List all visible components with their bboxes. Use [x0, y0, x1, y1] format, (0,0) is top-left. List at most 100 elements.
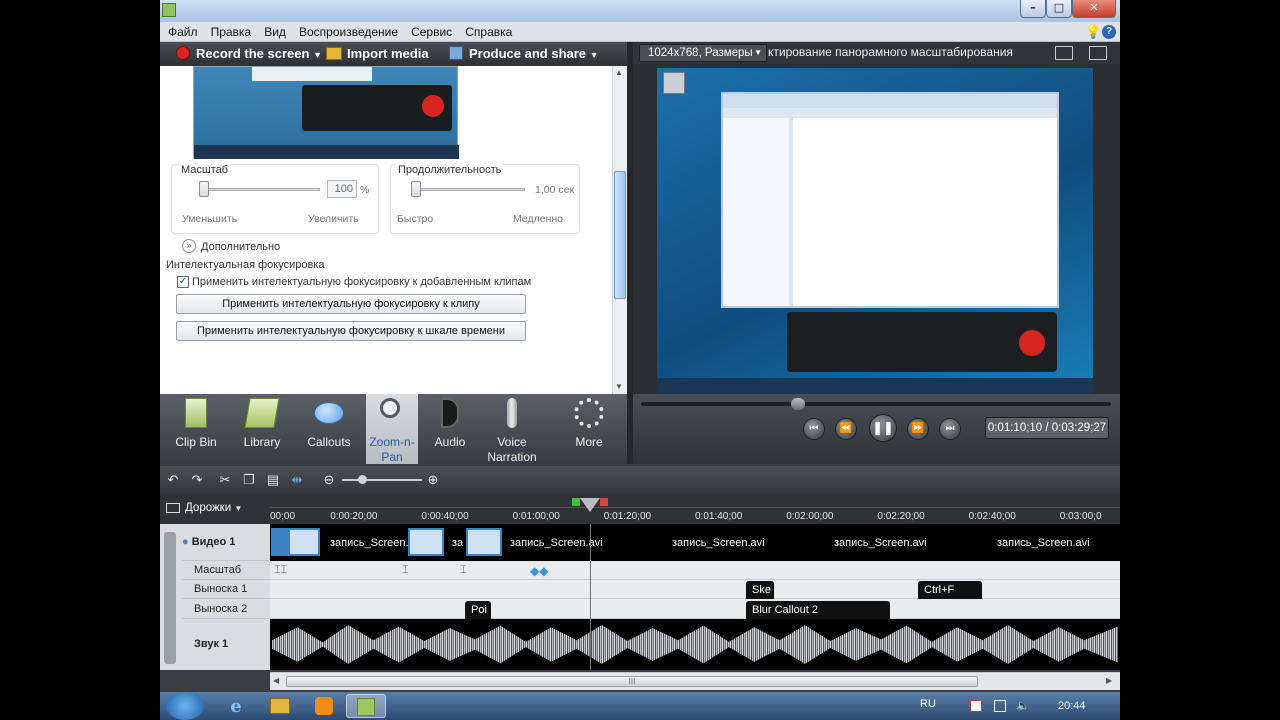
close-button[interactable]: ✕: [1072, 0, 1116, 18]
menu-file[interactable]: Файл: [163, 22, 203, 42]
expand-advanced-icon[interactable]: »: [182, 239, 196, 253]
dimensions-dropdown[interactable]: 1024x768, Размеры ▼: [639, 44, 767, 62]
action-center-icon[interactable]: [970, 700, 982, 712]
apply-added-label[interactable]: Применить интелектуальную фокусировку к …: [192, 276, 531, 288]
scale-slider-handle[interactable]: [199, 181, 209, 197]
video-clip-label[interactable]: запись_Screen.avi: [997, 537, 1090, 549]
undo-icon[interactable]: ↶: [164, 471, 182, 489]
tab-more[interactable]: More: [554, 394, 624, 464]
import-media-button[interactable]: Import media: [326, 44, 429, 64]
taskbar-ie[interactable]: e: [216, 694, 256, 718]
left-pane-scrollbar[interactable]: ▲ ▼: [612, 66, 627, 394]
tab-zoom-n-pan[interactable]: Zoom-n- Pan: [366, 394, 418, 464]
redo-icon[interactable]: ↷: [188, 471, 206, 489]
skip-forward-button[interactable]: ⏭: [939, 418, 961, 440]
duration-slider-handle[interactable]: [411, 181, 421, 197]
track-video-1[interactable]: ● Видео 1: [182, 524, 270, 561]
fit-view-icon[interactable]: [1055, 46, 1073, 60]
track-callout-1[interactable]: Выноска 1: [182, 580, 270, 599]
tab-library[interactable]: Library: [232, 394, 292, 464]
duration-slider-track[interactable]: [413, 188, 525, 191]
produce-share-button[interactable]: Produce and share ▼: [449, 44, 599, 64]
scale-value-input[interactable]: 100: [327, 180, 357, 198]
menu-help[interactable]: Справка: [460, 22, 517, 42]
track-audio-1[interactable]: Звук 1: [182, 619, 270, 670]
advanced-label[interactable]: Дополнительно: [201, 241, 280, 253]
tab-clip-bin[interactable]: Clip Bin: [160, 394, 232, 464]
tab-voice-narration[interactable]: Voice Narration: [482, 394, 542, 464]
track-zoom[interactable]: Масштаб: [182, 561, 270, 580]
taskbar-camtasia[interactable]: [346, 694, 386, 718]
video-clip-label[interactable]: запись_Screen.avi: [834, 537, 927, 549]
zoom-out-icon[interactable]: ⊖: [320, 471, 338, 489]
menu-edit[interactable]: Правка: [206, 22, 257, 42]
skip-back-button[interactable]: ⏮: [803, 418, 825, 440]
callout-clip[interactable]: Ske: [746, 581, 774, 599]
taskbar-media-player[interactable]: [304, 694, 344, 718]
zoom-keyframe[interactable]: ⌶: [402, 564, 409, 577]
taskbar-explorer[interactable]: [260, 694, 300, 718]
scale-slider-track[interactable]: [202, 188, 320, 191]
clock[interactable]: 20:44: [1058, 700, 1086, 712]
scroll-down-icon[interactable]: ▼: [615, 382, 623, 391]
split-icon[interactable]: ⇹: [288, 471, 306, 489]
timeline-zoom-slider[interactable]: [342, 479, 422, 481]
timeline-hscroll[interactable]: ◀ III ▶: [270, 672, 1120, 690]
zoom-keyframe[interactable]: ⌶: [460, 564, 467, 577]
detach-icon[interactable]: [1089, 46, 1107, 60]
language-indicator[interactable]: RU: [920, 698, 936, 710]
menu-tools[interactable]: Сервис: [406, 22, 457, 42]
minimize-button[interactable]: –: [1020, 0, 1046, 18]
video-clip-thumb[interactable]: [408, 528, 444, 556]
video-clip-thumb[interactable]: [466, 528, 502, 556]
zoom-preview-thumbnail[interactable]: [193, 66, 459, 159]
zoom-in-icon[interactable]: ⊕: [424, 471, 442, 489]
scroll-up-icon[interactable]: ▲: [615, 68, 623, 77]
time-ruler[interactable]: 00;00 0:00:20;00 0:00:40;00 0:01:00;00 0:01:…: [270, 494, 1120, 524]
rewind-button[interactable]: ⏪: [835, 418, 857, 440]
copy-icon[interactable]: ❐: [240, 471, 258, 489]
video-clip-label[interactable]: запись_Screen.avi: [510, 537, 603, 549]
apply-timeline-button[interactable]: Применить интелектуальную фокусировку к …: [176, 321, 526, 341]
video-clip-label[interactable]: за: [452, 537, 463, 549]
zoom-keyframe[interactable]: ⌶⌶: [274, 564, 287, 577]
seek-bar[interactable]: [641, 402, 1111, 406]
menu-view[interactable]: Вид: [259, 22, 291, 42]
scrollbar-thumb[interactable]: [614, 171, 626, 299]
hscroll-thumb[interactable]: III: [286, 676, 978, 687]
timeline-zoom-handle[interactable]: [358, 475, 367, 484]
pause-button[interactable]: ❚❚: [869, 414, 897, 442]
scroll-left-icon[interactable]: ◀: [273, 676, 279, 685]
scroll-right-icon[interactable]: ▶: [1106, 676, 1112, 685]
callout-clip[interactable]: Blur Callout 2: [746, 601, 890, 619]
help-icon[interactable]: ?: [1102, 25, 1116, 39]
apply-added-checkbox[interactable]: ✓: [177, 276, 189, 288]
seek-handle[interactable]: [791, 398, 805, 410]
video-clip-label[interactable]: запись_Screen.avi: [672, 537, 765, 549]
video-clip-label[interactable]: запись_Screen.: [330, 537, 409, 549]
selection-start-marker[interactable]: [572, 498, 580, 506]
fast-forward-button[interactable]: ⏩: [907, 418, 929, 440]
lightbulb-icon[interactable]: 💡: [1085, 25, 1101, 39]
track-group-bar[interactable]: [164, 532, 176, 664]
menu-playback[interactable]: Воспроизведение: [294, 22, 403, 42]
network-icon[interactable]: [994, 700, 1006, 712]
callout-clip[interactable]: Poi: [465, 601, 491, 619]
zoom-keyframe-diamond[interactable]: ◆◆: [530, 564, 548, 578]
preview-canvas[interactable]: [633, 64, 1120, 394]
record-screen-button[interactable]: Record the screen ▼: [176, 44, 322, 64]
maximize-button[interactable]: □: [1046, 0, 1072, 18]
apply-clip-button[interactable]: Применить интелектуальную фокусировку к …: [176, 294, 526, 314]
video-clip-thumb[interactable]: [288, 528, 320, 556]
track-callout-2[interactable]: Выноска 2: [182, 599, 270, 619]
paste-icon[interactable]: ▤: [264, 471, 282, 489]
cut-icon[interactable]: ✂: [216, 471, 234, 489]
tracks-dropdown[interactable]: Дорожки ▼: [185, 502, 242, 514]
tab-audio[interactable]: Audio: [418, 394, 482, 464]
start-button[interactable]: [166, 692, 204, 720]
audio-track-row[interactable]: [270, 619, 1120, 670]
timeline-tracks[interactable]: запись_Screen. за запись_Screen.avi запи…: [270, 524, 1120, 670]
callout-clip[interactable]: Ctrl+F: [918, 581, 982, 599]
selection-end-marker[interactable]: [600, 498, 608, 506]
volume-icon[interactable]: 🔈: [1016, 700, 1030, 712]
